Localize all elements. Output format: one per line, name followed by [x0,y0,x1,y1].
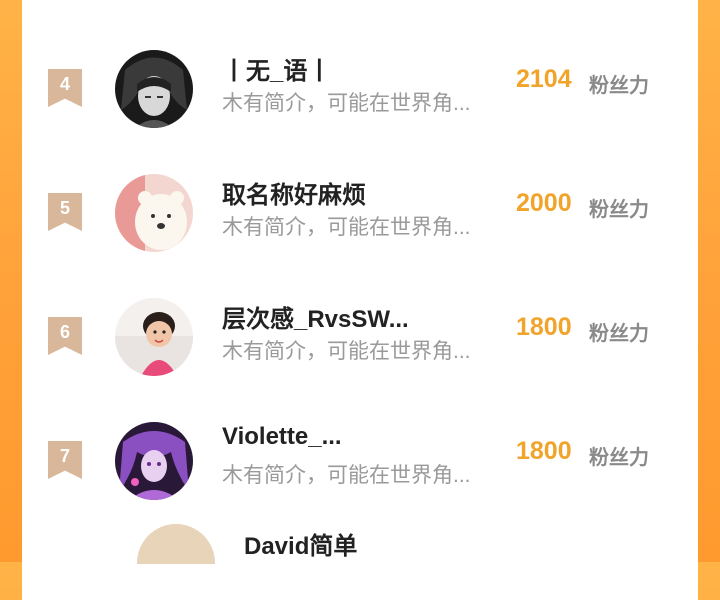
user-description: 木有简介，可能在世界角... [222,340,471,363]
fan-power-unit: 粉丝力 [589,323,649,345]
list-item[interactable]: 7 Violette_... 木有简介，可能在世界角... 1800 粉丝力 [22,417,698,527]
next-entry-avatar[interactable] [137,524,215,564]
fan-power-score: 1800 [516,437,572,465]
list-item[interactable]: 4 丨无_语丨 木有简介，可能在世界角... 2104 粉丝力 [22,45,698,155]
fan-power-score: 1800 [516,313,572,341]
fan-power-unit: 粉丝力 [589,447,649,469]
avatar[interactable] [115,298,193,376]
user-name: 丨无_语丨 [222,58,332,85]
rank-badge: 7 [48,441,82,479]
fan-power-unit: 粉丝力 [589,199,649,221]
user-description: 木有简介，可能在世界角... [222,464,471,487]
fan-power-score: 2000 [516,189,572,217]
user-name: Violette_... [222,423,342,450]
rank-badge: 6 [48,317,82,355]
avatar[interactable] [115,174,193,252]
fan-power-score: 2104 [516,65,572,93]
rank-badge: 5 [48,193,82,231]
rank-badge: 4 [48,69,82,107]
list-item[interactable]: 6 层次感_RvsSW... 木有简介，可能在世界角... 1800 粉丝力 [22,293,698,403]
user-description: 木有简介，可能在世界角... [222,92,471,115]
user-name: 取名称好麻烦 [222,182,366,209]
user-description: 木有简介，可能在世界角... [222,216,471,239]
list-item[interactable]: 5 取名称好麻烦 木有简介，可能在世界角... 2000 粉丝力 [22,169,698,279]
user-name: 层次感_RvsSW... [222,306,409,333]
fan-power-unit: 粉丝力 [589,75,649,97]
next-entry-name: David简单 [244,533,358,560]
avatar[interactable] [115,50,193,128]
avatar[interactable] [115,422,193,500]
ranking-card: 4 丨无_语丨 木有简介，可能在世界角... 2104 粉丝力 5 取名称好麻烦… [22,0,698,600]
